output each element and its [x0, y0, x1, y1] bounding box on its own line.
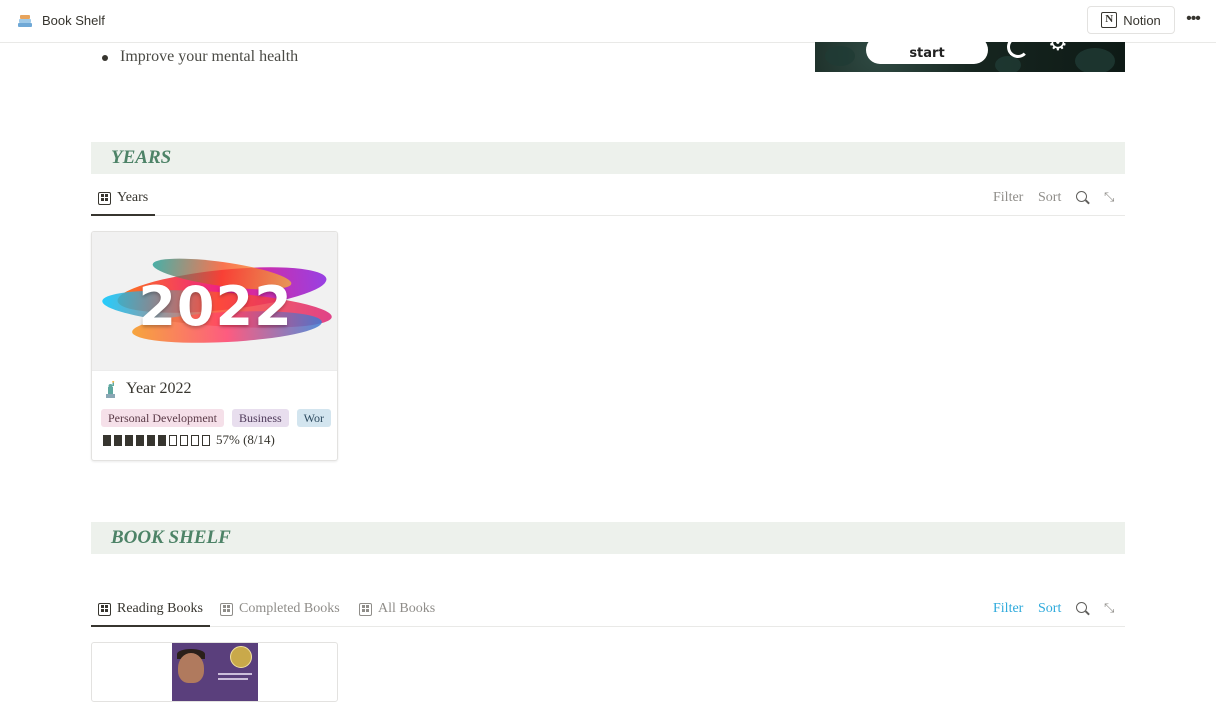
progress-block — [158, 434, 166, 446]
bookshelf-view-tabs: Reading Books Completed Books All Books … — [91, 592, 1125, 627]
expand-icon[interactable]: ⤡ — [1104, 602, 1118, 616]
notion-logo-icon: N — [1101, 12, 1118, 28]
book-card[interactable] — [91, 642, 338, 702]
year-card[interactable]: 2022 Year 2022 Personal Development Busi… — [91, 231, 338, 461]
card-title: Year 2022 — [126, 380, 192, 397]
tab-all-books[interactable]: All Books — [359, 592, 435, 626]
tag-work: Wor — [296, 409, 332, 427]
card-cover-image: 2022 — [92, 232, 337, 371]
sort-button[interactable]: Sort — [1038, 190, 1061, 206]
progress-block — [114, 434, 122, 446]
progress-block — [136, 434, 144, 446]
cover-year-text: 2022 — [138, 275, 293, 338]
tab-reading-books-label: Reading Books — [117, 601, 203, 616]
books-icon[interactable] — [16, 12, 34, 30]
years-heading: YEARS — [111, 147, 172, 168]
bookshelf-heading: BOOK SHELF — [111, 527, 231, 548]
search-icon[interactable] — [1076, 191, 1087, 202]
tab-completed-books[interactable]: Completed Books — [220, 592, 340, 626]
years-view-tabs: Years Filter Sort ⤡ — [91, 181, 1125, 216]
years-section-header: YEARS — [91, 142, 1125, 174]
tab-all-books-label: All Books — [378, 601, 436, 616]
tab-reading-books[interactable]: Reading Books — [91, 592, 210, 627]
search-icon[interactable] — [1076, 602, 1087, 613]
tag-business: Business — [231, 409, 289, 427]
expand-icon[interactable]: ⤡ — [1104, 191, 1118, 205]
gear-icon[interactable]: ⚙ — [1048, 42, 1068, 54]
bullet-marker — [102, 55, 108, 61]
start-button[interactable]: start — [866, 42, 988, 64]
progress-block — [191, 434, 199, 446]
book-cover-image — [172, 643, 258, 701]
progress-block — [103, 434, 111, 446]
bullet-item-text[interactable]: Improve your mental health — [120, 48, 298, 66]
filter-button[interactable]: Filter — [993, 190, 1023, 206]
tab-completed-books-label: Completed Books — [239, 601, 340, 616]
progress-indicator: 57% (8/14) — [103, 432, 275, 448]
statue-of-liberty-icon — [106, 380, 115, 398]
progress-block — [180, 434, 188, 446]
progress-text: 57% (8/14) — [216, 432, 275, 447]
card-tags: Personal Development Business Wor — [101, 409, 332, 427]
gallery-view-icon — [220, 602, 233, 616]
tab-years-label: Years — [117, 190, 149, 205]
tag-personal-development: Personal Development — [101, 409, 224, 427]
card-title-row: Year 2022 — [103, 380, 191, 398]
tab-years[interactable]: Years — [91, 181, 156, 216]
moon-icon[interactable] — [1007, 42, 1029, 58]
timer-embed: start ⚙ — [815, 42, 1125, 72]
top-bar: Book Shelf N Notion ••• — [0, 0, 1216, 43]
progress-block — [169, 434, 177, 446]
gallery-view-icon — [359, 602, 372, 616]
notion-button-label: Notion — [1123, 12, 1161, 28]
filter-button[interactable]: Filter — [993, 601, 1023, 617]
sort-button[interactable]: Sort — [1038, 601, 1061, 617]
notion-button[interactable]: N Notion — [1087, 6, 1175, 34]
progress-block — [147, 434, 155, 446]
gallery-view-icon — [98, 602, 111, 616]
page-title[interactable]: Book Shelf — [42, 13, 105, 28]
bookshelf-section-header: BOOK SHELF — [91, 522, 1125, 554]
more-options-icon[interactable]: ••• — [1182, 9, 1204, 31]
progress-block — [125, 434, 133, 446]
gallery-view-icon — [98, 191, 111, 205]
progress-block — [202, 434, 210, 446]
